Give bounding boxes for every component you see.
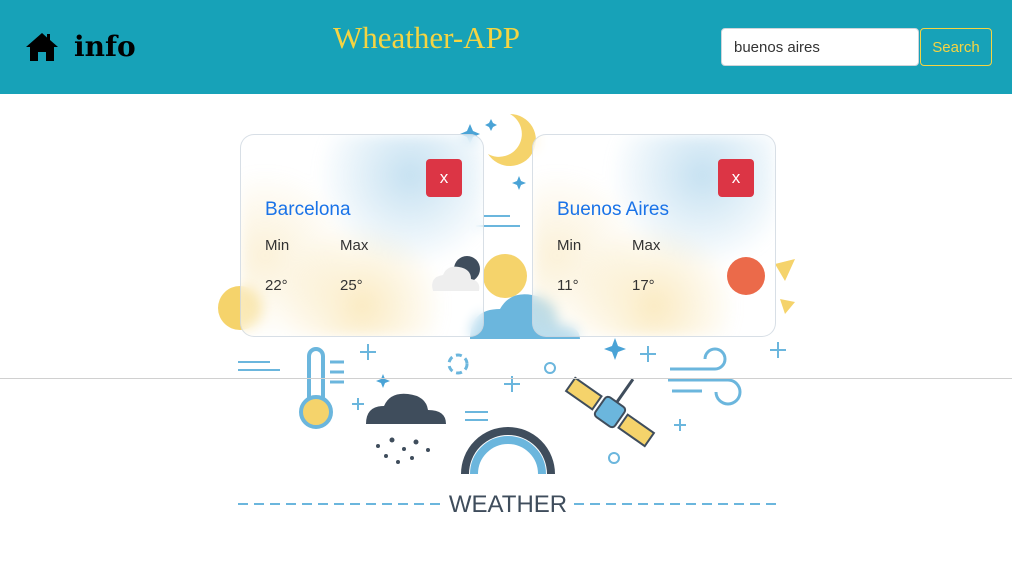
max-label: Max — [340, 237, 369, 254]
divider — [0, 378, 1012, 379]
partly-cloudy-night-icon — [432, 256, 480, 291]
max-value: 25° — [340, 277, 363, 294]
weather-caption: WEATHER — [449, 491, 567, 518]
min-label: Min — [557, 237, 582, 254]
city-name[interactable]: Buenos Aires — [557, 199, 669, 221]
moon-icon — [488, 114, 536, 166]
max-label: Max — [632, 237, 661, 254]
wind-icon — [668, 347, 742, 406]
weather-card: x Buenos Aires Min Max 11° 17° — [532, 134, 776, 337]
min-label: Min — [265, 237, 290, 254]
close-button[interactable]: x — [718, 159, 754, 197]
max-value: 17° — [632, 277, 655, 294]
snow-cloud-icon — [366, 393, 446, 464]
info-link[interactable]: info — [74, 27, 136, 67]
app-title: Wheather-APP — [333, 20, 521, 55]
sun-icon — [727, 257, 765, 295]
city-name[interactable]: Barcelona — [265, 199, 351, 221]
satellite-icon — [564, 376, 656, 448]
min-value: 11° — [557, 277, 579, 294]
weather-card: x Barcelona Min Max 22° 25° — [240, 134, 484, 337]
close-button[interactable]: x — [426, 159, 462, 197]
home-icon[interactable] — [24, 31, 60, 63]
rainbow-icon — [461, 427, 555, 475]
thermometer-icon — [299, 347, 344, 429]
search-input[interactable] — [721, 28, 919, 66]
navbar: info Wheather-APP Search — [0, 0, 1012, 94]
search-button[interactable]: Search — [920, 28, 992, 66]
min-value: 22° — [265, 277, 288, 294]
weather-background-illustration: WEATHER — [218, 114, 795, 518]
sun-icon — [483, 254, 527, 298]
